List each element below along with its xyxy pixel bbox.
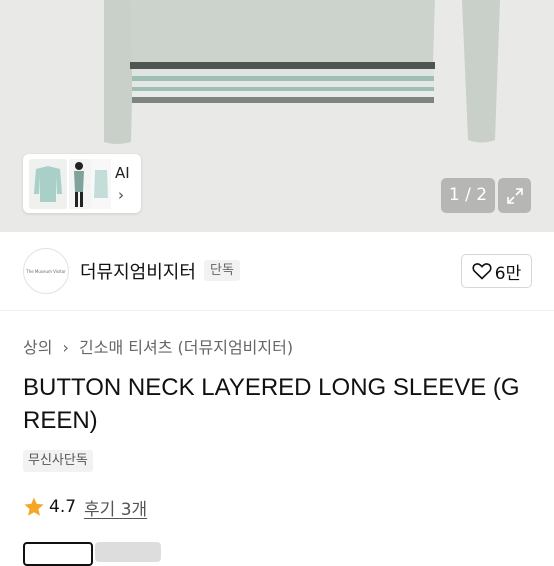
chevron-right-icon[interactable]: ›	[118, 186, 124, 204]
rating-row: 4.7 후기 3개	[23, 495, 147, 520]
expand-button[interactable]	[498, 178, 531, 213]
thumbnail-ai-label: AI	[115, 164, 130, 182]
brand-name[interactable]: 더뮤지엄비지터	[80, 258, 196, 284]
product-title: BUTTON NECK LAYERED LONG SLEEVE (GREEN)	[23, 374, 520, 434]
thumbnail-images	[29, 159, 111, 209]
breadcrumb-separator-icon: ›	[62, 338, 69, 357]
heart-icon	[472, 263, 492, 280]
option-button[interactable]	[95, 542, 161, 562]
star-icon	[24, 497, 44, 516]
breadcrumb: 상의 › 긴소매 티셔츠 (더뮤지엄비지터)	[23, 334, 293, 358]
expand-icon	[506, 187, 523, 204]
breadcrumb-category[interactable]: 긴소매 티셔츠 (더뮤지엄비지터)	[79, 334, 293, 358]
thumbnail-strip[interactable]	[23, 154, 141, 213]
product-image-gallery[interactable]: AI › 1 / 2	[0, 0, 554, 232]
breadcrumb-root[interactable]: 상의	[23, 334, 52, 358]
like-button[interactable]: 6만	[461, 254, 532, 288]
reviews-link[interactable]: 후기 3개	[84, 495, 147, 520]
brand-logo[interactable]: The Museum Visitor	[23, 248, 69, 294]
rating-value: 4.7	[49, 497, 77, 517]
image-counter: 1 / 2	[441, 178, 495, 213]
musinsa-exclusive-badge: 무신사단독	[23, 450, 93, 472]
brand-logo-text: The Museum Visitor	[26, 268, 66, 274]
option-button-selected[interactable]	[23, 542, 93, 566]
like-count: 6만	[494, 263, 522, 284]
exclusive-badge: 단독	[204, 260, 240, 281]
